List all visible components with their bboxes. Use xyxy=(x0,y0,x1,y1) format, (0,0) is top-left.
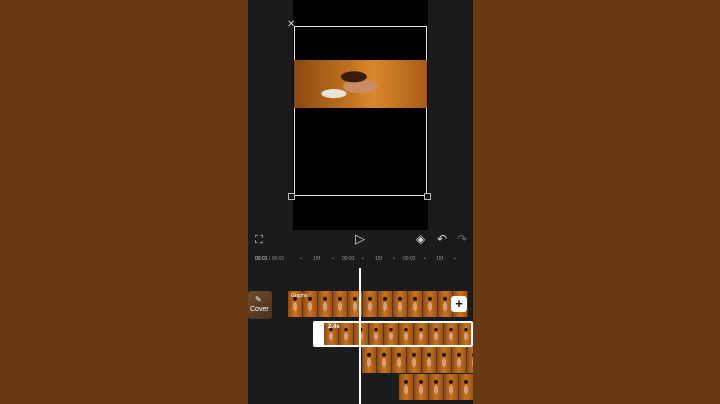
clip-thumbnail xyxy=(408,291,423,317)
cover-label: Cover xyxy=(250,306,269,313)
add-clip-button[interactable]: + xyxy=(451,296,467,312)
ruler-tick: 15f xyxy=(436,256,443,262)
ruler-dot: • xyxy=(300,256,302,262)
ruler-dot: • xyxy=(362,256,364,262)
clip-thumbnail xyxy=(444,374,459,400)
clip-thumbnail xyxy=(407,347,422,373)
crop-frame[interactable] xyxy=(294,26,427,196)
clip-thumbnail xyxy=(378,291,393,317)
clip-thumbnail xyxy=(339,323,354,345)
graphs-label[interactable]: Graphs xyxy=(291,293,307,299)
resize-handle-bottom-left[interactable] xyxy=(288,193,295,200)
clip-thumbnail xyxy=(393,291,408,317)
current-time: 00:01 xyxy=(255,256,268,262)
time-ruler[interactable]: 00:01 / 00:02 15f 00:01 15f 00:02 15f • … xyxy=(248,253,473,265)
keyframe-icon[interactable]: ◈ xyxy=(416,233,425,245)
overlay-track-3[interactable] xyxy=(399,374,473,400)
total-time: 00:02 xyxy=(271,256,285,262)
clip-thumbnail xyxy=(422,347,437,373)
left-background xyxy=(0,0,248,404)
ruler-tick: 15f xyxy=(375,256,382,262)
clip-thumbnail xyxy=(399,374,414,400)
clip-thumbnail xyxy=(444,323,459,345)
ruler-dot: • xyxy=(424,256,426,262)
clip-thumbnail xyxy=(369,323,384,345)
clip-thumbnail xyxy=(318,291,333,317)
clip-thumbnail xyxy=(437,347,452,373)
clip-thumbnail xyxy=(459,323,471,345)
close-icon[interactable]: ✕ xyxy=(287,20,295,30)
undo-icon[interactable]: ↶ xyxy=(437,233,447,245)
fullscreen-icon[interactable]: ⛶ xyxy=(255,234,263,246)
main-video-track[interactable]: Graphs xyxy=(288,291,473,317)
edit-pencil-icon: ✎ xyxy=(255,295,262,304)
clip-thumbnail xyxy=(354,323,369,345)
ruler-tick: 15f xyxy=(313,256,320,262)
clip-thumbnail xyxy=(399,323,414,345)
video-editor-app: ✕ ⛶ ▷ ◈ ↶ ↷ 00:01 / 00:02 15f 00:01 15f … xyxy=(248,0,473,404)
clip-duration: 2.4s xyxy=(328,324,340,330)
redo-icon[interactable]: ↷ xyxy=(457,233,467,245)
clip-thumbnail xyxy=(414,323,429,345)
ruler-dot: • xyxy=(393,256,395,262)
trim-handle-left[interactable] xyxy=(315,323,324,345)
clip-thumbnail xyxy=(429,374,444,400)
clip-thumbnail xyxy=(452,347,467,373)
resize-handle-bottom-right[interactable] xyxy=(424,193,431,200)
clip-thumbnail xyxy=(429,323,444,345)
clip-thumbnail xyxy=(459,374,473,400)
clip-thumbnail xyxy=(423,291,438,317)
clip-thumbnail xyxy=(377,347,392,373)
playhead[interactable] xyxy=(359,268,361,404)
cover-button[interactable]: ✎ Cover xyxy=(248,291,272,319)
clip-thumbnail xyxy=(333,291,348,317)
overlay-track-2[interactable] xyxy=(362,347,473,373)
ruler-dot: • xyxy=(454,256,456,262)
ruler-tick: 00:02 xyxy=(403,256,416,262)
clip-thumbnail xyxy=(392,347,407,373)
preview-frame-image xyxy=(294,60,427,108)
selected-overlay-clip[interactable]: 2.4s xyxy=(313,321,473,347)
ruler-dot: • xyxy=(332,256,334,262)
clip-thumbnail xyxy=(414,374,429,400)
right-background xyxy=(473,0,720,404)
clip-thumbnail xyxy=(384,323,399,345)
play-icon[interactable]: ▷ xyxy=(355,232,365,245)
clip-thumbnail xyxy=(362,347,377,373)
clip-thumbnail xyxy=(467,347,473,373)
clip-thumbnail xyxy=(363,291,378,317)
ruler-tick: 00:01 xyxy=(342,256,355,262)
